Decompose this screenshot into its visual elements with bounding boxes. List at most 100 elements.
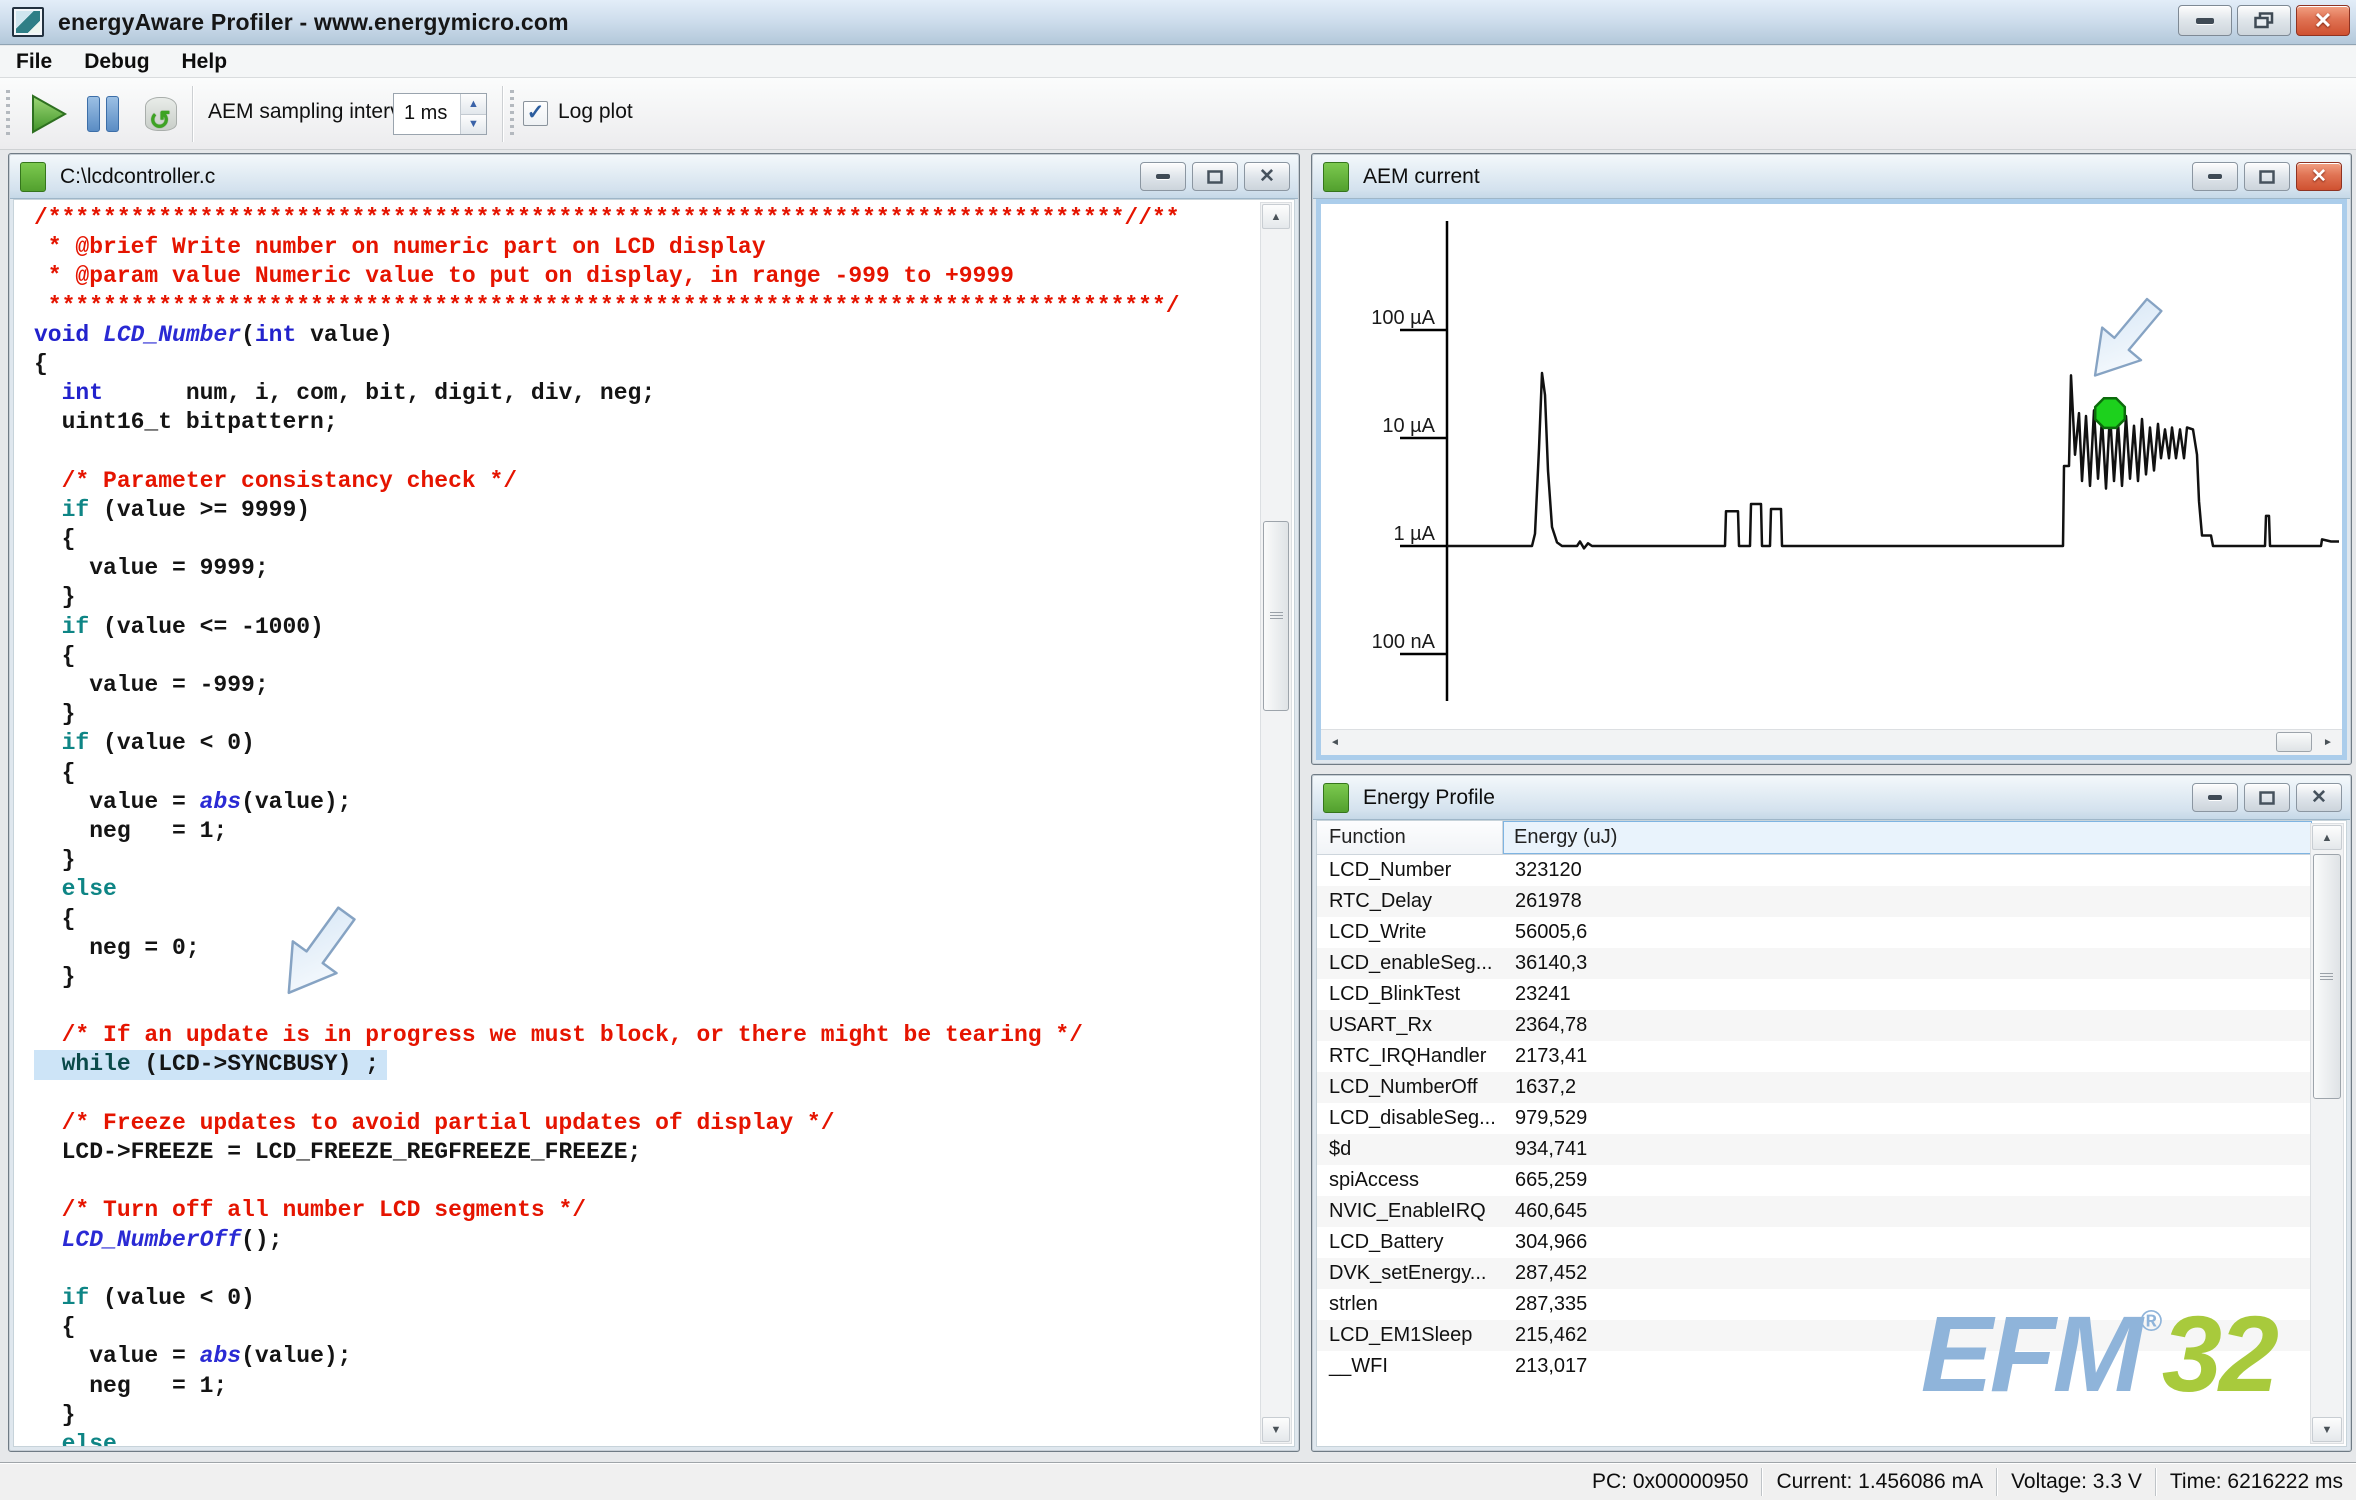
code-text[interactable]: /***************************************… (14, 200, 1258, 1446)
cell-energy: 979,529 (1503, 1103, 2312, 1134)
menu-bar: FileDebugHelp (0, 46, 2356, 78)
table-row[interactable]: $d934,741 (1317, 1134, 2312, 1165)
scroll-up-arrow[interactable]: ▲ (2312, 825, 2342, 850)
aem-window-titlebar[interactable]: AEM current ✕ (1313, 155, 2350, 199)
scroll-right-arrow[interactable]: ► (2316, 731, 2340, 753)
cell-function: __WFI (1317, 1351, 1503, 1382)
close-button[interactable]: ✕ (2296, 783, 2342, 812)
cell-function: LCD_Battery (1317, 1227, 1503, 1258)
pause-button[interactable] (80, 91, 126, 137)
table-row[interactable]: NVIC_EnableIRQ460,645 (1317, 1196, 2312, 1227)
scrollbar-thumb[interactable] (2313, 854, 2341, 1099)
code-line: LCD->FREEZE = LCD_FREEZE_REGFREEZE_FREEZ… (34, 1138, 1258, 1167)
menu-item-help[interactable]: Help (166, 46, 244, 78)
code-line: { (34, 759, 1258, 788)
code-line: { (34, 525, 1258, 554)
code-line: int num, i, com, bit, digit, div, neg; (34, 379, 1258, 408)
table-row[interactable]: spiAccess665,259 (1317, 1165, 2312, 1196)
table-row[interactable]: LCD_Write56005,6 (1317, 917, 2312, 948)
run-button[interactable] (26, 91, 72, 137)
table-row[interactable]: LCD_Number323120 (1317, 855, 2312, 886)
spinner-down-button[interactable]: ▼ (461, 115, 486, 135)
close-button[interactable]: ✕ (1244, 162, 1290, 191)
scroll-down-arrow[interactable]: ▼ (2312, 1417, 2342, 1442)
minimize-icon (2208, 795, 2222, 800)
log-plot-checkbox[interactable]: ✓ (523, 101, 548, 126)
table-row[interactable]: LCD_disableSeg...979,529 (1317, 1103, 2312, 1134)
close-button[interactable]: ✕ (2296, 162, 2342, 191)
maximize-button[interactable] (1192, 162, 1238, 191)
mdi-area: C:\lcdcontroller.c ✕ /******************… (0, 150, 2356, 1462)
cell-energy: 261978 (1503, 886, 2312, 917)
menu-item-file[interactable]: File (0, 46, 68, 78)
cell-energy: 23241 (1503, 979, 2312, 1010)
code-line: * @param value Numeric value to put on d… (34, 262, 1258, 291)
column-header-energy[interactable]: Energy (uJ) (1503, 821, 2312, 854)
table-row[interactable]: DVK_setEnergy...287,452 (1317, 1258, 2312, 1289)
code-vscrollbar[interactable]: ▲ ▼ (1260, 202, 1292, 1444)
table-row[interactable]: LCD_Battery304,966 (1317, 1227, 2312, 1258)
sampling-interval-value[interactable]: 1 ms (394, 94, 460, 134)
cell-function: strlen (1317, 1289, 1503, 1320)
table-vscrollbar[interactable]: ▲ ▼ (2310, 823, 2344, 1444)
code-line: /* Parameter consistancy check */ (34, 467, 1258, 496)
minimize-button[interactable] (2192, 783, 2238, 812)
toolbar-separator (192, 86, 194, 142)
minimize-button[interactable] (1140, 162, 1186, 191)
scrollbar-thumb[interactable] (1263, 521, 1289, 711)
table-row[interactable]: USART_Rx2364,78 (1317, 1010, 2312, 1041)
table-row[interactable]: LCD_NumberOff1637,2 (1317, 1072, 2312, 1103)
code-line: } (34, 700, 1258, 729)
scroll-left-arrow[interactable]: ◄ (1323, 731, 1347, 753)
scroll-down-arrow[interactable]: ▼ (1262, 1417, 1290, 1442)
energy-window-titlebar[interactable]: Energy Profile ✕ (1313, 776, 2350, 820)
y-tick-label: 1 µA (1393, 523, 1435, 545)
table-row[interactable]: RTC_IRQHandler2173,41 (1317, 1041, 2312, 1072)
toolbar-grip[interactable] (6, 90, 10, 138)
minimize-button[interactable] (2178, 5, 2232, 36)
minimize-icon (2196, 18, 2214, 24)
app-icon (12, 7, 44, 37)
code-window-titlebar[interactable]: C:\lcdcontroller.c ✕ (10, 155, 1298, 199)
cell-energy: 665,259 (1503, 1165, 2312, 1196)
status-bar: PC: 0x00000950Current: 1.456086 mAVoltag… (0, 1462, 2356, 1500)
close-button[interactable]: ✕ (2296, 5, 2350, 36)
maximize-button[interactable] (2244, 162, 2290, 191)
chart-icon (1323, 162, 1349, 192)
column-header-function[interactable]: Function (1317, 821, 1503, 854)
cell-function: $d (1317, 1134, 1503, 1165)
code-line: } (34, 846, 1258, 875)
aem-hscrollbar[interactable]: ◄ ► (1321, 729, 2342, 755)
code-line (34, 1080, 1258, 1109)
check-icon: ✓ (527, 100, 545, 125)
spinner-up-button[interactable]: ▲ (461, 94, 486, 115)
sampling-interval-spinner[interactable]: 1 ms ▲ ▼ (393, 93, 487, 135)
aem-chart[interactable]: 100 µA10 µA1 µA100 nA (1321, 204, 2342, 729)
table-row[interactable]: LCD_enableSeg...36140,3 (1317, 948, 2312, 979)
menu-item-debug[interactable]: Debug (68, 46, 165, 78)
table-row[interactable]: LCD_BlinkTest23241 (1317, 979, 2312, 1010)
minimize-button[interactable] (2192, 162, 2238, 191)
table-row[interactable]: RTC_Delay261978 (1317, 886, 2312, 917)
code-line: else (34, 875, 1258, 904)
code-window: C:\lcdcontroller.c ✕ /******************… (8, 153, 1300, 1452)
close-icon: ✕ (1259, 167, 1275, 186)
list-icon (1323, 783, 1349, 813)
code-line: /* Turn off all number LCD segments */ (34, 1196, 1258, 1225)
code-line: /* Freeze updates to avoid partial updat… (34, 1109, 1258, 1138)
scrollbar-thumb[interactable] (2276, 732, 2312, 752)
restore-button[interactable] (2237, 5, 2291, 36)
cell-energy: 56005,6 (1503, 917, 2312, 948)
code-editor[interactable]: /***************************************… (13, 199, 1295, 1447)
code-line: if (value < 0) (34, 729, 1258, 758)
toolbar-grip[interactable] (510, 90, 514, 138)
selected-sample-marker[interactable] (2095, 398, 2125, 428)
reset-button[interactable]: ↺ (138, 91, 184, 137)
maximize-button[interactable] (2244, 783, 2290, 812)
logo-efm-text: EFM (1921, 1293, 2140, 1414)
scroll-up-arrow[interactable]: ▲ (1262, 204, 1290, 229)
y-tick-label: 100 µA (1371, 307, 1435, 329)
cell-energy: 36140,3 (1503, 948, 2312, 979)
document-icon (20, 162, 46, 192)
code-line (34, 1167, 1258, 1196)
